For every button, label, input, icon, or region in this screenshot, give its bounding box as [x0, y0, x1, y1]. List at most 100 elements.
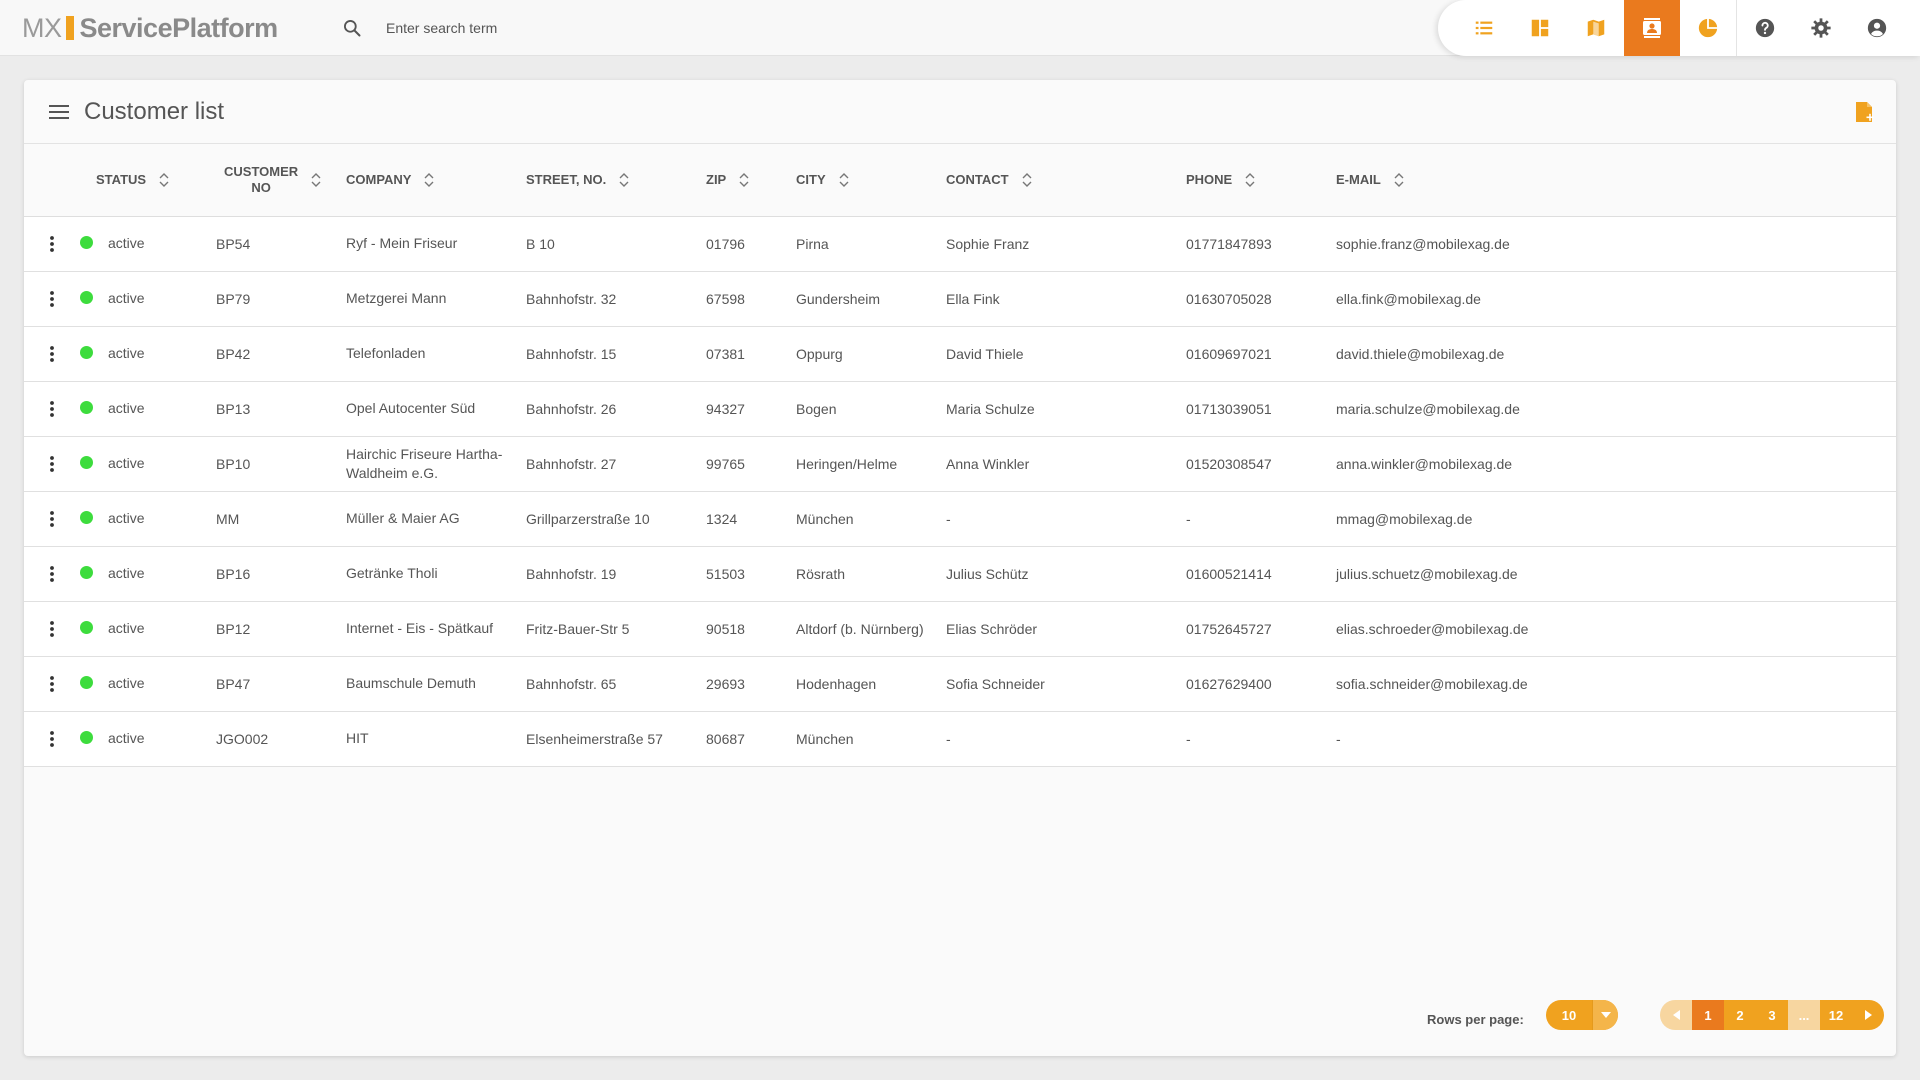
row-actions-cell	[24, 381, 72, 436]
chevron-left-icon	[1672, 1010, 1680, 1020]
table-row[interactable]: active BP54 Ryf - Mein Friseur B 10 01796 Pir…	[24, 216, 1896, 271]
page-button-2[interactable]: 2	[1724, 1000, 1756, 1030]
more-vert-icon[interactable]	[44, 344, 60, 364]
contact-cell: Sophie Franz	[946, 235, 1030, 252]
phone-cell: 01630705028	[1186, 290, 1272, 307]
table-row[interactable]: active BP10 Hairchic Friseure Hartha-Waldh…	[24, 436, 1896, 491]
company-cell: HIT	[346, 730, 369, 746]
nav-contacts-button[interactable]	[1624, 0, 1680, 56]
status-indicator	[80, 511, 93, 525]
email-cell: -	[1336, 730, 1341, 747]
zip-cell: 51503	[706, 565, 745, 582]
customer-no-column-header[interactable]: CUSTOMER NO	[196, 144, 346, 216]
table-header-row: STATUS CUSTOMER NO COMPANY STREET, NO. Z…	[24, 144, 1896, 216]
more-vert-icon[interactable]	[44, 619, 60, 639]
menu-icon[interactable]	[48, 102, 70, 122]
company-cell: Opel Autocenter Süd	[346, 400, 476, 416]
city-cell: Altdorf (b. Nürnberg)	[796, 620, 924, 637]
row-actions-cell	[24, 546, 72, 601]
search-icon[interactable]	[340, 16, 364, 40]
card-header: Customer list	[24, 80, 1896, 144]
list-icon	[1475, 21, 1493, 35]
street-cell: Bahnhofstr. 19	[526, 565, 617, 582]
table-row[interactable]: active BP47 Baumschule Demuth Bahnhofstr. 6…	[24, 656, 1896, 711]
nav-reports-button[interactable]	[1680, 0, 1736, 56]
phone-cell: 01713039051	[1186, 400, 1272, 417]
zip-cell: 07381	[706, 345, 745, 362]
logo-name: ServicePlatform	[79, 12, 279, 43]
more-vert-icon[interactable]	[44, 399, 60, 419]
next-page-button[interactable]	[1852, 1000, 1884, 1030]
table-footer: Rows per page: 10 1 2 3... 12	[24, 1000, 1896, 1040]
street-column-header[interactable]: STREET, NO.	[526, 144, 706, 216]
page-button-12[interactable]: 12	[1820, 1000, 1852, 1030]
more-vert-icon[interactable]	[44, 289, 60, 309]
nav-dashboard-button[interactable]	[1512, 0, 1568, 56]
customer-no-cell: BP12	[216, 620, 251, 637]
phone-cell: 01627629400	[1186, 675, 1272, 692]
nav-help-button[interactable]	[1737, 0, 1793, 56]
street-cell: Bahnhofstr. 32	[526, 290, 617, 307]
more-vert-icon[interactable]	[44, 674, 60, 694]
status-indicator	[80, 236, 93, 250]
street-cell: Bahnhofstr. 26	[526, 400, 617, 417]
add-customer-button[interactable]	[1852, 100, 1876, 124]
zip-cell: 94327	[706, 400, 745, 417]
map-icon	[1587, 19, 1605, 37]
table-row[interactable]: active JGO002 HIT Elsenheimerstraße 57 80687…	[24, 711, 1896, 766]
table-row[interactable]: active BP16 Getränke Tholi Bahnhofstr. 19 51…	[24, 546, 1896, 601]
more-vert-icon[interactable]	[44, 729, 60, 749]
table-row[interactable]: active BP12 Internet - Eis - Spätkauf Fritz…	[24, 601, 1896, 656]
phone-cell: 01609697021	[1186, 345, 1272, 362]
nav-settings-button[interactable]	[1793, 0, 1849, 56]
email-cell: elias.schroeder@mobilexag.de	[1336, 620, 1529, 637]
zip-cell: 99765	[706, 455, 745, 472]
company-cell: Getränke Tholi	[346, 565, 438, 581]
row-actions-cell	[24, 656, 72, 711]
logo-mx: MX	[22, 12, 62, 43]
company-cell: Hairchic Friseure Hartha-Waldheim e.G.	[346, 445, 503, 481]
more-vert-icon[interactable]	[44, 509, 60, 529]
nav-account-button[interactable]	[1849, 0, 1905, 56]
rows-per-page-label: Rows per page:	[1427, 1012, 1524, 1027]
email-cell: sofia.schneider@mobilexag.de	[1336, 675, 1528, 692]
more-vert-icon[interactable]	[44, 564, 60, 584]
more-vert-icon[interactable]	[44, 454, 60, 474]
table-row[interactable]: active BP79 Metzgerei Mann Bahnhofstr. 32 67…	[24, 271, 1896, 326]
zip-column-header[interactable]: ZIP	[706, 144, 796, 216]
table-row[interactable]: active BP13 Opel Autocenter Süd Bahnhofstr.…	[24, 381, 1896, 436]
app-logo[interactable]: MX ServicePlatform	[22, 12, 278, 44]
status-column-header[interactable]: STATUS	[72, 144, 196, 216]
company-cell: Baumschule Demuth	[346, 675, 476, 691]
status-indicator	[80, 676, 93, 690]
page-button-1[interactable]: 1	[1692, 1000, 1724, 1030]
phone-column-header[interactable]: PHONE	[1186, 144, 1336, 216]
pagination-ellipsis: ...	[1788, 1000, 1820, 1030]
status-indicator	[80, 621, 93, 635]
city-cell: Oppurg	[796, 345, 843, 362]
company-cell: Internet - Eis - Spätkauf	[346, 620, 494, 636]
status-cell: active	[72, 381, 196, 436]
customer-no-cell: BP54	[216, 235, 251, 252]
table-row[interactable]: active MM Müller & Maier AG Grillparzerstra…	[24, 491, 1896, 546]
nav-list-button[interactable]	[1456, 0, 1512, 56]
status-indicator	[80, 566, 93, 580]
contact-cell: Maria Schulze	[946, 400, 1035, 417]
page-button-3[interactable]: 3	[1756, 1000, 1788, 1030]
rows-per-page-select[interactable]: 10	[1546, 1000, 1618, 1030]
status-text: active	[108, 344, 145, 361]
sort-icon	[1022, 172, 1032, 187]
previous-page-button[interactable]	[1660, 1000, 1692, 1030]
customer-no-cell: BP47	[216, 675, 251, 692]
company-column-header[interactable]: COMPANY	[346, 144, 526, 216]
status-cell: active	[72, 216, 196, 271]
status-cell: active	[72, 271, 196, 326]
city-column-header[interactable]: CITY	[796, 144, 946, 216]
table-row[interactable]: active BP42 Telefonladen Bahnhofstr. 15 0738…	[24, 326, 1896, 381]
search-input[interactable]	[386, 20, 806, 36]
nav-map-button[interactable]	[1568, 0, 1624, 56]
more-vert-icon[interactable]	[44, 234, 60, 254]
contact-column-header[interactable]: CONTACT	[946, 144, 1186, 216]
status-cell: active	[72, 546, 196, 601]
email-column-header[interactable]: E-MAIL	[1336, 144, 1896, 216]
